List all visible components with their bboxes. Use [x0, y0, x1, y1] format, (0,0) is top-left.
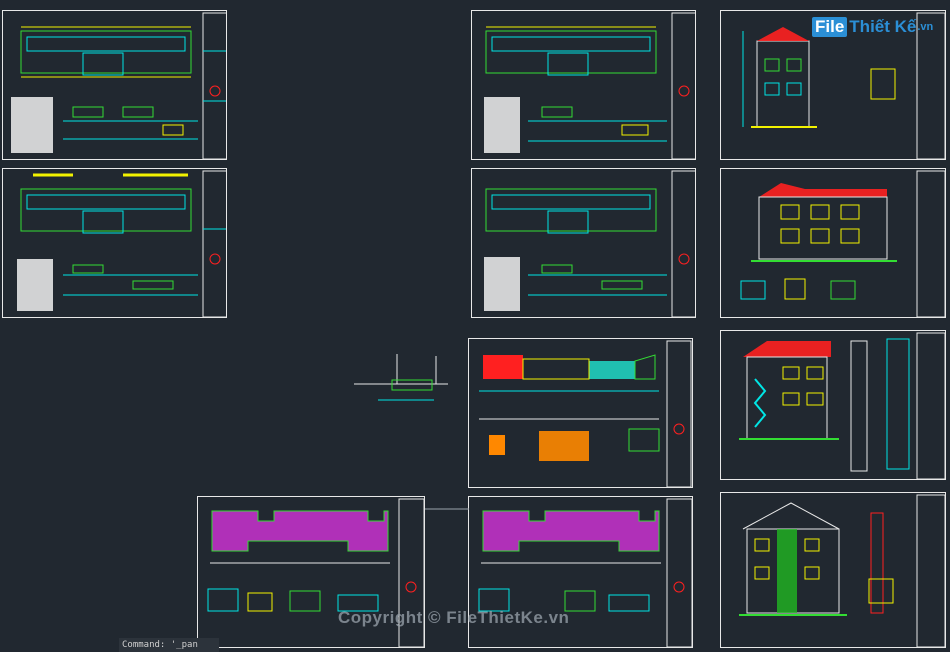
section-drawing	[739, 494, 945, 647]
plan-drawing	[484, 12, 695, 159]
drawing-sheet-colored-plan[interactable]	[468, 338, 693, 488]
drawing-sheet-elevation-2[interactable]	[720, 168, 946, 318]
floating-detail-drawing	[354, 354, 448, 401]
logo-suffix: .vn	[917, 21, 934, 33]
plan-drawing	[11, 12, 226, 159]
drawing-sheet-section-1[interactable]	[720, 330, 946, 480]
logo-file: File	[812, 17, 848, 37]
drawing-sheet-plan-2[interactable]	[2, 168, 227, 318]
plan-drawing	[17, 170, 226, 317]
drawing-sheet-plan-4[interactable]	[471, 168, 696, 318]
plan-drawing	[484, 170, 695, 317]
copyright-watermark: Copyright © FileThietKe.vn	[338, 608, 570, 627]
cad-drawing-canvas[interactable]	[0, 0, 950, 652]
colored-plan-drawing	[479, 340, 692, 487]
drawing-sheet-plan-1[interactable]	[2, 10, 227, 160]
drawing-sheet-plan-3[interactable]	[471, 10, 696, 160]
command-line[interactable]: Command: '_pan	[119, 638, 219, 652]
drawing-sheet-section-2[interactable]	[720, 492, 946, 648]
section-drawing	[739, 332, 945, 479]
connector-line	[425, 508, 469, 510]
elevation-drawing	[740, 170, 945, 317]
brand-logo: File Thiết Kế .vn	[812, 14, 933, 40]
logo-thietke: Thiết Kế	[849, 17, 917, 36]
